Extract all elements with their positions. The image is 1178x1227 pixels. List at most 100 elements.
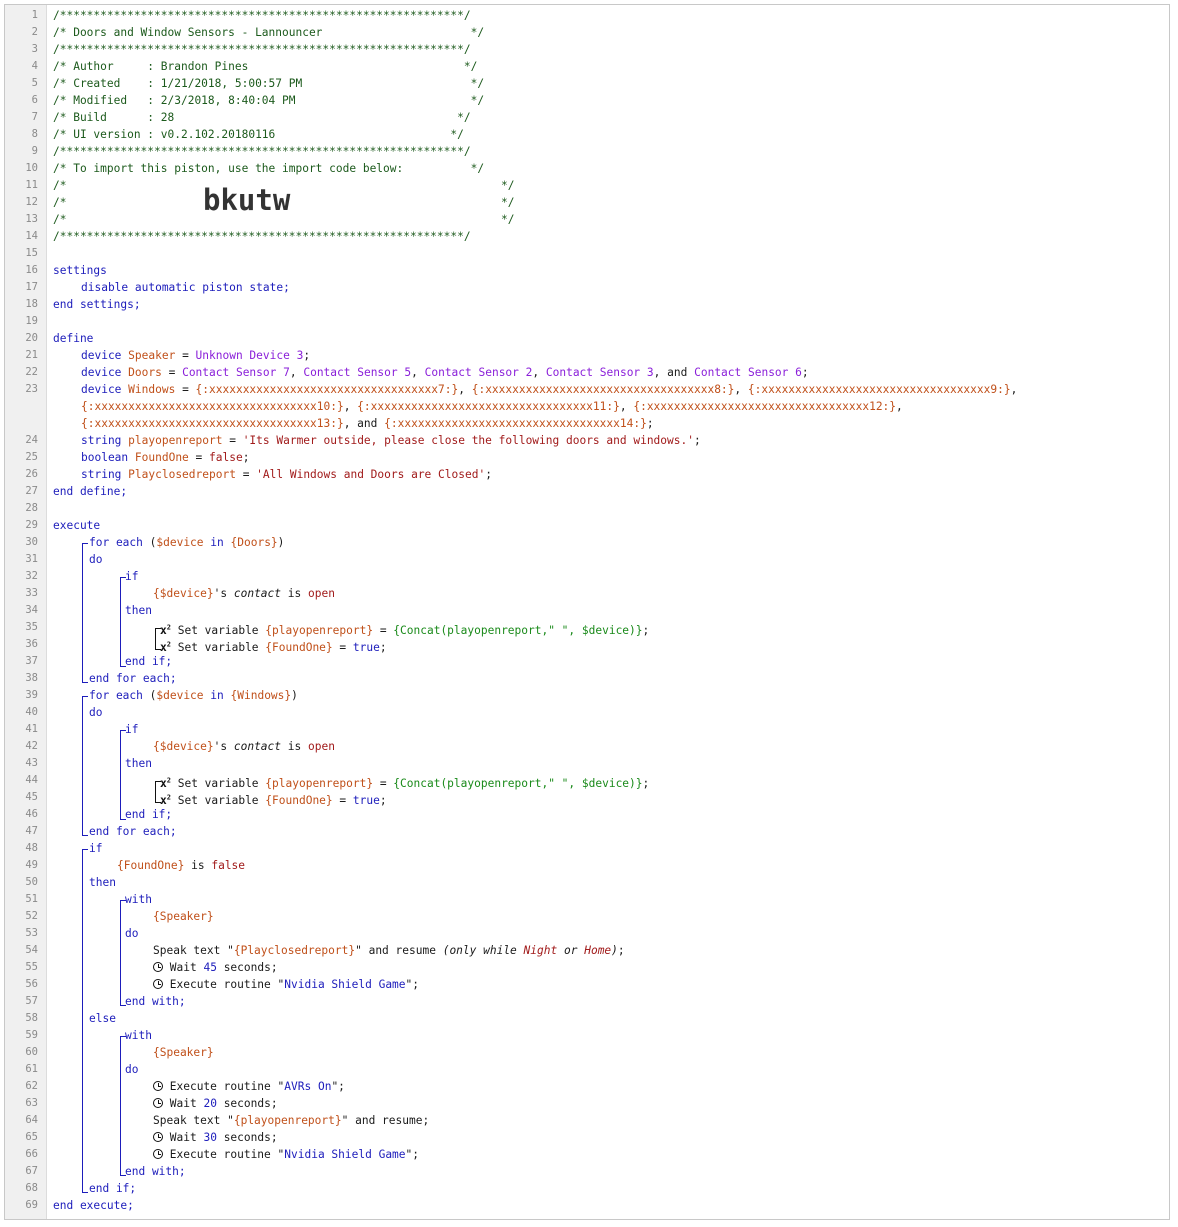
line-number: 46 — [25, 808, 38, 820]
code-line: 55 Wait 45 seconds; — [5, 959, 1169, 976]
line-number: 44 — [25, 774, 38, 786]
code-line: 50 then — [5, 874, 1169, 891]
line-number: 54 — [25, 944, 38, 956]
speak-text-statement: Speak text "{playopenreport}" and resume… — [153, 1114, 430, 1127]
line-number: 65 — [25, 1131, 38, 1143]
header-modified: /* Modified : 2/3/2018, 8:40:04 PM */ — [53, 94, 485, 107]
code-line: 5 /* Created : 1/21/2018, 5:00:57 PM */ — [5, 75, 1169, 92]
code-line: 52 {Speaker} — [5, 908, 1169, 925]
code-line: 57 end with; — [5, 993, 1169, 1010]
code-line: 7 /* Build : 28 */ — [5, 109, 1169, 126]
line-number: 63 — [25, 1097, 38, 1109]
define-speaker: device Speaker = Unknown Device 3; — [81, 349, 311, 362]
header-title: /* Doors and Window Sensors - Lannouncer… — [53, 26, 485, 39]
line-number: 20 — [25, 332, 38, 344]
define-doors: device Doors = Contact Sensor 7, Contact… — [81, 366, 809, 379]
line-number: 34 — [25, 604, 38, 616]
line-number: 62 — [25, 1080, 38, 1092]
code-line: 48 if — [5, 840, 1169, 857]
comment-close: */ — [501, 179, 515, 192]
code-line: 58 else — [5, 1010, 1169, 1027]
define-keyword: define — [53, 332, 94, 345]
for-each-bracket — [82, 543, 88, 683]
line-number: 6 — [31, 94, 38, 106]
with-keyword: with — [125, 893, 152, 906]
line-number: 11 — [25, 179, 38, 191]
code-line: 65 Wait 30 seconds; — [5, 1129, 1169, 1146]
line-number: 16 — [25, 264, 38, 276]
header-author: /* Author : Brandon Pines */ — [53, 60, 478, 73]
code-line: 6 /* Modified : 2/3/2018, 8:40:04 PM */ — [5, 92, 1169, 109]
line-number: 3 — [31, 43, 38, 55]
code-line: 9 /**************************************… — [5, 143, 1169, 160]
line-number: 13 — [25, 213, 38, 225]
code-line: 42 {$device}'s contact is open — [5, 738, 1169, 755]
line-number: 31 — [25, 553, 38, 565]
code-line: 23 device Windows = {:xxxxxxxxxxxxxxxxxxx… — [5, 381, 1169, 432]
line-number: 56 — [25, 978, 38, 990]
code-line: 16 settings — [5, 262, 1169, 279]
line-number: 43 — [25, 757, 38, 769]
code-line: 26 string Playclosedreport = 'All Windows… — [5, 466, 1169, 483]
line-number: 58 — [25, 1012, 38, 1024]
set-variable-statement: x2 Set variable {FoundOne} = true; — [160, 793, 387, 807]
comment-open: /* — [53, 196, 67, 209]
line-number: 50 — [25, 876, 38, 888]
line-number: 69 — [25, 1199, 38, 1211]
line-number: 24 — [25, 434, 38, 446]
line-number: 57 — [25, 995, 38, 1007]
line-number: 4 — [31, 60, 38, 72]
line-number: 27 — [25, 485, 38, 497]
line-number: 30 — [25, 536, 38, 548]
code-line: 17 disable automatic piston state; — [5, 279, 1169, 296]
code-line: 1 /**************************************… — [5, 7, 1169, 24]
code-line: 49 {FoundOne} is false — [5, 857, 1169, 874]
line-number: 8 — [31, 128, 38, 140]
code-line: 47 end for each; — [5, 823, 1169, 840]
speaker-ref: {Speaker} — [153, 910, 214, 923]
then-keyword: then — [125, 757, 152, 770]
if-bracket — [120, 730, 126, 820]
line-number: 18 — [25, 298, 38, 310]
code-viewer: 1 /**************************************… — [4, 4, 1170, 1220]
line-number: 39 — [25, 689, 38, 701]
code-line: 67 end with; — [5, 1163, 1169, 1180]
code-line: 64 Speak text "{playopenreport}" and resu… — [5, 1112, 1169, 1129]
code-line: 43 then — [5, 755, 1169, 772]
code-line: 66 Execute routine "Nvidia Shield Game"; — [5, 1146, 1169, 1163]
import-code: bkutw — [203, 183, 291, 217]
if-bracket — [120, 577, 126, 667]
code-line: 22 device Doors = Contact Sensor 7, Conta… — [5, 364, 1169, 381]
code-line: 37 end if; — [5, 653, 1169, 670]
code-line: 20 define — [5, 330, 1169, 347]
code-line: 56 Execute routine "Nvidia Shield Game"; — [5, 976, 1169, 993]
code-line: 68 end if; — [5, 1180, 1169, 1197]
execute-routine-statement: Execute routine "Nvidia Shield Game"; — [53, 978, 419, 991]
line-number: 64 — [25, 1114, 38, 1126]
line-number: 55 — [25, 961, 38, 973]
variable-icon: x2 — [160, 640, 171, 654]
statement-bracket — [155, 781, 161, 803]
variable-icon: x2 — [160, 793, 171, 807]
line-number: 40 — [25, 706, 38, 718]
comment-close: */ — [501, 196, 515, 209]
line-number: 35 — [25, 621, 38, 633]
clock-icon — [153, 962, 163, 972]
clock-icon — [153, 1149, 163, 1159]
clock-icon — [153, 1132, 163, 1142]
line-number: 48 — [25, 842, 38, 854]
line-number: 29 — [25, 519, 38, 531]
speaker-ref: {Speaker} — [153, 1046, 214, 1059]
line-number: 26 — [25, 468, 38, 480]
define-playopenreport: string playopenreport = 'Its Warmer outs… — [81, 434, 701, 447]
comment-close: */ — [501, 213, 515, 226]
clock-icon — [153, 1098, 163, 1108]
line-number: 41 — [25, 723, 38, 735]
line-number: 59 — [25, 1029, 38, 1041]
execute-routine-statement: Execute routine "Nvidia Shield Game"; — [53, 1148, 419, 1161]
with-bracket — [120, 900, 126, 1006]
code-line: 29 execute — [5, 517, 1169, 534]
end-settings-keyword: end settings; — [53, 298, 141, 311]
line-number: 45 — [25, 791, 38, 803]
end-if-keyword: end if; — [125, 808, 173, 821]
